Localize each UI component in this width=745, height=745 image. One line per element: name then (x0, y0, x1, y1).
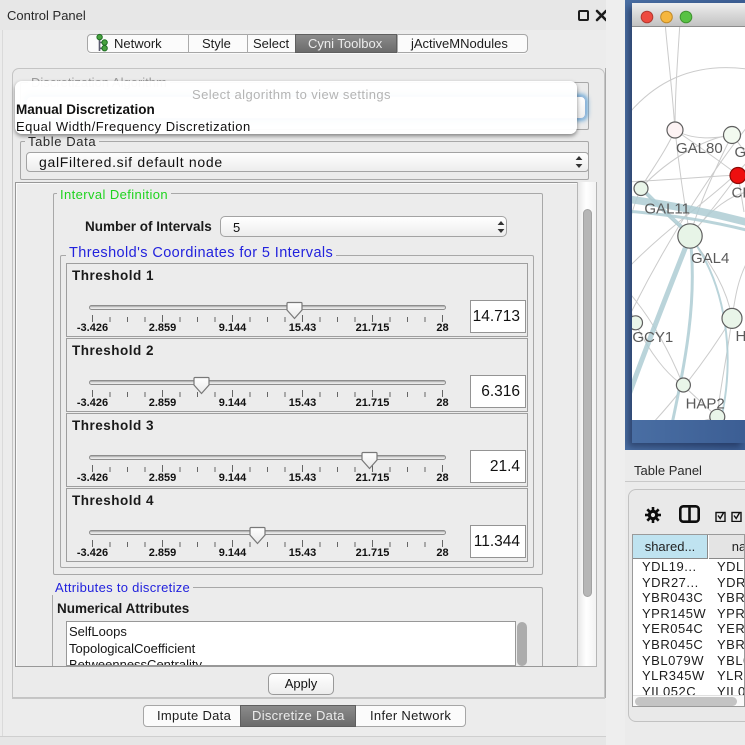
svg-text:GAL4: GAL4 (691, 250, 729, 267)
svg-text:GAL11: GAL11 (644, 201, 690, 218)
svg-text:HIS4: HIS4 (736, 328, 745, 345)
svg-text:CD: CD (732, 185, 745, 202)
svg-text:GAL80: GAL80 (676, 140, 723, 157)
svg-text:HAP2: HAP2 (686, 395, 725, 412)
svg-text:GCY1: GCY1 (632, 329, 673, 346)
svg-text:GAL1: GAL1 (735, 144, 745, 161)
